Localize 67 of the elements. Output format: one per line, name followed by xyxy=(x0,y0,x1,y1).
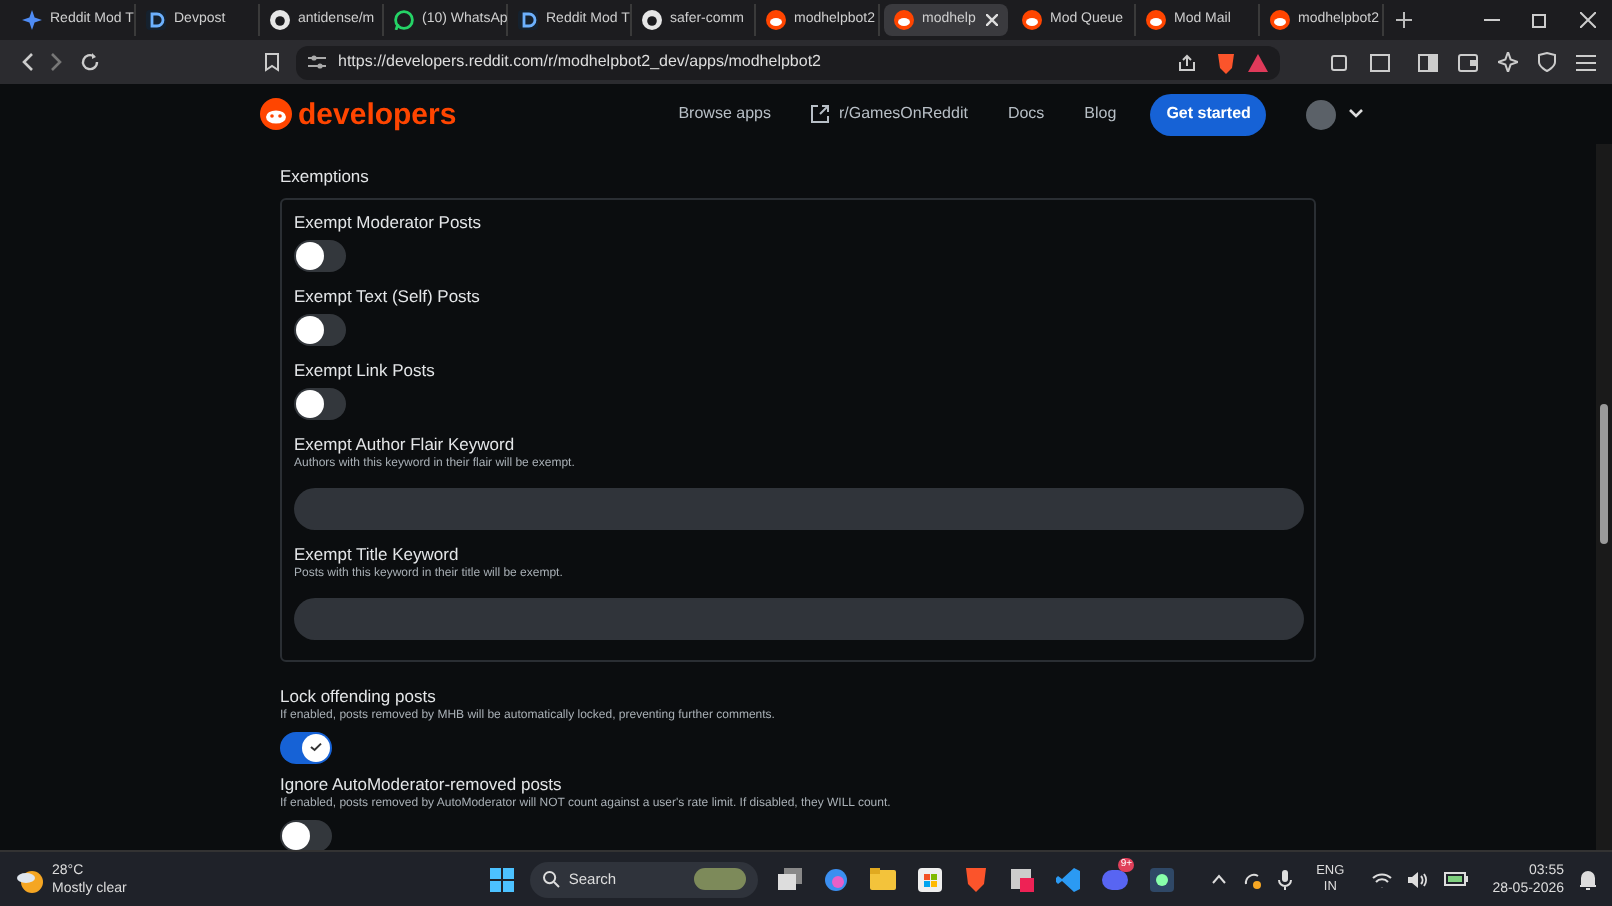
menu-icon xyxy=(1576,53,1596,71)
toggle-switch[interactable] xyxy=(294,387,346,420)
field-label: Exempt Link Posts xyxy=(294,359,437,382)
wifi-icon xyxy=(1372,871,1393,887)
moon-cloud-icon xyxy=(16,865,44,893)
url-text: https://developers.reddit.com/r/modhelpbot2_dev/apps/modhelpbot2 xyxy=(338,50,821,74)
sparkle-icon xyxy=(22,10,42,30)
wallet-icon xyxy=(1458,53,1478,71)
logo-wordmark[interactable]: developers xyxy=(298,99,457,129)
shield-icon xyxy=(1538,52,1556,72)
sparkle-icon xyxy=(1498,52,1518,72)
bookmark-icon xyxy=(264,52,280,72)
reddit-icon xyxy=(894,10,914,30)
windows-start-icon xyxy=(490,867,515,891)
nav-link[interactable]: Browse apps xyxy=(678,102,771,126)
close-icon xyxy=(1580,12,1596,28)
d-letter-icon xyxy=(146,10,166,30)
triangle-icon xyxy=(1248,53,1268,71)
task-view-icon xyxy=(778,868,803,890)
search-icon xyxy=(542,870,561,888)
toggle-switch[interactable] xyxy=(280,731,332,764)
reddit-icon xyxy=(1146,10,1166,30)
share-icon xyxy=(1178,53,1196,71)
address-bar[interactable]: https://developers.reddit.com/r/modhelpbot2_dev/apps/modhelpbot2 xyxy=(296,45,1280,79)
avatar[interactable] xyxy=(1306,99,1337,129)
section-title: Exemptions xyxy=(280,164,371,190)
input-field[interactable] xyxy=(294,597,1304,640)
reddit-logo-icon xyxy=(260,98,292,130)
sidebar-icon xyxy=(1418,53,1438,71)
nav-link[interactable]: Blog xyxy=(1084,102,1117,126)
field-label: Exempt Moderator Posts xyxy=(294,211,484,234)
snipping-icon xyxy=(1010,867,1035,891)
external-link-icon xyxy=(810,104,831,124)
close-icon xyxy=(986,14,998,26)
nav-link[interactable]: r/GamesOnReddit xyxy=(810,102,968,126)
scrollbar-thumb[interactable] xyxy=(1600,404,1608,544)
battery-icon xyxy=(1444,872,1469,886)
check-icon xyxy=(310,742,322,753)
plus-icon xyxy=(1396,12,1412,28)
store-icon xyxy=(918,867,943,891)
toggle-switch[interactable] xyxy=(294,313,346,346)
input-field[interactable] xyxy=(294,487,1304,530)
toggle-switch[interactable] xyxy=(280,819,332,850)
field-label: Exempt Title Keyword xyxy=(294,543,461,566)
reddit-icon xyxy=(1022,10,1042,30)
chat-bubble-icon xyxy=(394,10,414,30)
reddit-icon xyxy=(766,10,786,30)
notification-bell-icon xyxy=(1580,869,1596,889)
field-label: Ignore AutoModerator-removed posts xyxy=(280,773,564,796)
microphone-icon xyxy=(1278,869,1293,889)
toggle-switch[interactable] xyxy=(294,239,346,272)
chevron-up-icon xyxy=(1212,874,1227,884)
speaker-icon xyxy=(1408,871,1429,887)
back-icon xyxy=(20,52,34,72)
folder-icon xyxy=(870,868,897,890)
field-label: Exempt Author Flair Keyword xyxy=(294,433,517,456)
chevron-down-icon xyxy=(1348,108,1365,120)
restore-icon xyxy=(1532,12,1548,28)
field-label: Lock offending posts xyxy=(280,685,438,708)
forward-icon xyxy=(50,52,64,72)
reddit-icon xyxy=(1270,10,1290,30)
field-label: Exempt Text (Self) Posts xyxy=(294,285,482,308)
get-started-button[interactable]: Get started xyxy=(1150,93,1267,135)
reload-icon xyxy=(80,52,100,72)
d-letter-icon xyxy=(518,10,538,30)
site-settings-icon xyxy=(308,54,326,70)
nav-link[interactable]: Docs xyxy=(1007,102,1045,126)
